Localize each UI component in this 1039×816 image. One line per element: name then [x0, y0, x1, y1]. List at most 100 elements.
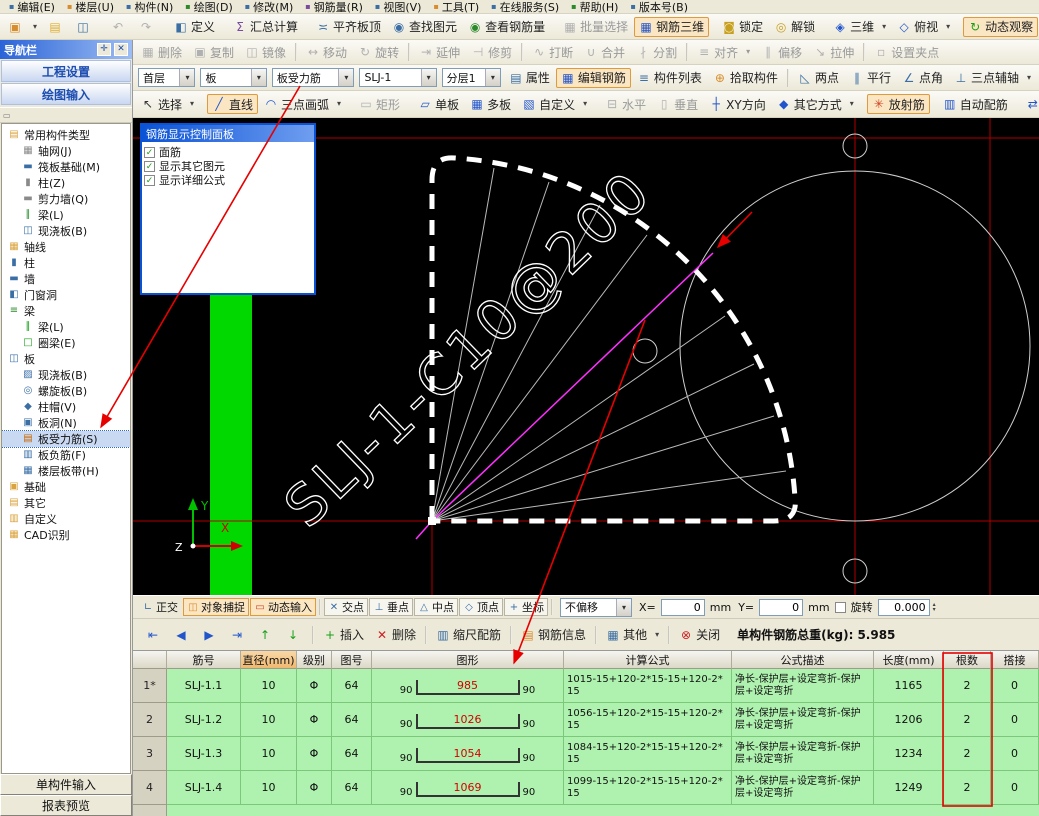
toolbar-button[interactable]: ↘ 拉伸 [808, 42, 859, 62]
spin-down-icon[interactable]: ▾ [933, 607, 936, 612]
toolbar-button[interactable]: ▯ 垂直 [652, 94, 703, 114]
checkbox-checked-icon[interactable]: ✓ [144, 161, 155, 172]
tree-item[interactable]: ◎ 螺旋板(B) [2, 383, 130, 399]
table-toolbar-button[interactable]: ▾ [653, 625, 664, 645]
tree-item[interactable]: ∥ 梁(L) [2, 319, 130, 335]
tree-item[interactable]: ◧ 门窗洞 [2, 287, 130, 303]
toolbar-button[interactable]: ◉ 查看钢筋量 [463, 17, 550, 37]
toolbar-button[interactable] [863, 43, 865, 61]
menu-item[interactable]: ▪ 构件(N) [121, 0, 178, 14]
tree-item[interactable]: ▮ 柱 [2, 255, 130, 271]
table-toolbar-button[interactable]: ↓ [281, 625, 308, 645]
tree-item[interactable]: ▤ 板受力筋(S) [2, 431, 130, 447]
header-cell[interactable]: 计算公式 [564, 651, 732, 669]
toolbar-button[interactable]: ▫ 设置夹点 [869, 42, 944, 62]
toolbar-button[interactable]: ▭ 矩形 [354, 94, 405, 114]
toolbar-button[interactable]: ◇ 俯视 [892, 17, 943, 37]
tree-item[interactable]: ▦ 轴线 [2, 239, 130, 255]
spinner[interactable]: ▴ ▾ [933, 602, 936, 612]
header-cell[interactable]: 直径(mm) [241, 651, 297, 669]
table-row[interactable]: 4 SLJ-1.4 10 Φ 64 90 1069 90 1099-15+120… [133, 771, 1039, 805]
header-cell[interactable]: 公式描述 [732, 651, 874, 669]
toolbar-button[interactable]: ↶ [106, 17, 133, 37]
toolbar-button[interactable]: ◉ 查找图元 [387, 17, 462, 37]
table-row[interactable]: 2 SLJ-1.2 10 Φ 64 90 1026 90 1056-15+120… [133, 703, 1039, 737]
toolbar-button[interactable]: ▾ [188, 94, 199, 114]
chevron-down-icon[interactable]: ▾ [338, 69, 353, 86]
tree-item[interactable]: ◫ 现浇板(B) [2, 223, 130, 239]
x-coordinate-input[interactable] [661, 599, 705, 616]
toolbar-button[interactable]: ∪ 合并 [579, 42, 630, 62]
tree-item[interactable]: ▥ 板负筋(F) [2, 447, 130, 463]
menu-item[interactable]: ▪ 楼层(U) [62, 0, 119, 14]
toolbar-button[interactable]: ⊟ 水平 [600, 94, 651, 114]
toolbar-button[interactable]: ↷ [134, 17, 161, 37]
row-number-cell[interactable]: 3 [133, 737, 167, 771]
tree-item[interactable]: ▨ 现浇板(B) [2, 367, 130, 383]
snap-toggle[interactable]: ▭ 动态输入 [250, 598, 316, 616]
toolbar-button[interactable]: ▦ 删除 [136, 42, 187, 62]
toolbar-button[interactable]: ▾ [880, 17, 891, 37]
toolbar-button[interactable]: ✳ 放射筋 [867, 94, 930, 114]
toolbar-button[interactable] [787, 69, 789, 87]
toolbar-button[interactable]: ≡ 对齐 [692, 42, 743, 62]
menu-item[interactable]: ▪ 视图(V) [370, 0, 427, 14]
row-number-cell[interactable]: 1* [133, 669, 167, 703]
toolbar-button[interactable]: ▤ 属性 [504, 68, 555, 88]
table-row[interactable]: 1* SLJ-1.1 10 Φ 64 90 985 90 1015-15+120… [133, 669, 1039, 703]
chevron-down-icon[interactable]: ▾ [251, 69, 266, 86]
tree-item[interactable]: ▣ 板洞(N) [2, 415, 130, 431]
toolbar-button[interactable]: ⊥ 三点辅轴 [949, 68, 1024, 88]
toolbar-button[interactable]: ▱ 单板 [413, 94, 464, 114]
tree-item[interactable]: ▤ 其它 [2, 495, 130, 511]
toolbar-button[interactable]: ◺ 两点 [793, 68, 844, 88]
snap-toggle[interactable]: ∟ 正交 [138, 598, 182, 616]
table-toolbar-button[interactable]: ▦ 其他 [601, 625, 652, 645]
table-toolbar-button[interactable] [312, 626, 314, 644]
header-cell[interactable]: 搭接 [991, 651, 1039, 669]
toolbar-button[interactable]: ▦ 编辑钢筋 [556, 68, 631, 88]
header-cell[interactable] [133, 651, 167, 669]
toolbar-button[interactable]: ▾ [581, 94, 592, 114]
header-cell[interactable]: 筋号 [167, 651, 241, 669]
layer-combo[interactable]: 分层1 ▾ [442, 68, 501, 87]
snap-toggle[interactable]: ◇ 顶点 [459, 598, 503, 616]
toolbar-button[interactable]: ∠ 点角 [897, 68, 948, 88]
toolbar-button[interactable]: ↖ 选择 [136, 94, 187, 114]
tree-item[interactable]: ◆ 柱帽(V) [2, 399, 130, 415]
toolbar-button[interactable]: ▦ 批量选择 [558, 17, 633, 37]
single-element-input-button[interactable]: 单构件输入 [0, 774, 132, 795]
panel-checkbox-item[interactable]: ✓ 显示详细公式 [144, 173, 312, 187]
toolbar-button[interactable]: ∥ 平行 [845, 68, 896, 88]
tree-item[interactable]: ▣ 基础 [2, 479, 130, 495]
snap-toggle[interactable]: ⊥ 垂点 [369, 598, 413, 616]
toolbar-button[interactable]: ◫ 镜像 [240, 42, 291, 62]
snap-toggle[interactable]: ✕ 交点 [324, 598, 368, 616]
rebar-display-panel-title[interactable]: 钢筋显示控制面板 [142, 125, 314, 142]
snap-toggle[interactable] [551, 599, 553, 615]
toolbar-button[interactable]: ▣ [3, 17, 30, 37]
table-toolbar-button[interactable] [510, 626, 512, 644]
toolbar-button[interactable]: ⊣ 修剪 [466, 42, 517, 62]
menu-item[interactable]: ▪ 在线服务(S) [486, 0, 564, 14]
toolbar-button[interactable]: ▾ [944, 17, 955, 37]
toolbar-button[interactable] [295, 43, 297, 61]
toolbar-button[interactable]: ∥ 偏移 [756, 42, 807, 62]
chevron-down-icon[interactable]: ▾ [485, 69, 500, 86]
tree-item[interactable]: ▤ 常用构件类型 [2, 127, 130, 143]
header-cell[interactable]: 图号 [332, 651, 372, 669]
menu-item[interactable]: ▪ 帮助(H) [566, 0, 623, 14]
rotate-input[interactable] [878, 599, 930, 616]
toolbar-button[interactable]: ⇥ 延伸 [414, 42, 465, 62]
toolbar-button[interactable]: ┼ XY方向 [704, 94, 771, 114]
toolbar-button[interactable]: ⊕ 拾取构件 [708, 68, 783, 88]
toolbar-button[interactable]: ▾ [31, 17, 42, 37]
menu-item[interactable]: ▪ 编辑(E) [4, 0, 60, 14]
tree-item[interactable]: ▥ 自定义 [2, 511, 130, 527]
header-cell[interactable]: 级别 [297, 651, 332, 669]
offset-combo[interactable]: 不偏移 ▾ [560, 598, 632, 617]
table-toolbar-button[interactable]: ▥ 缩尺配筋 [431, 625, 506, 645]
table-toolbar-button[interactable]: ▶ [197, 625, 224, 645]
header-cell[interactable]: 图形 [372, 651, 564, 669]
toolbar-button[interactable]: ◆ 其它方式 [772, 94, 847, 114]
